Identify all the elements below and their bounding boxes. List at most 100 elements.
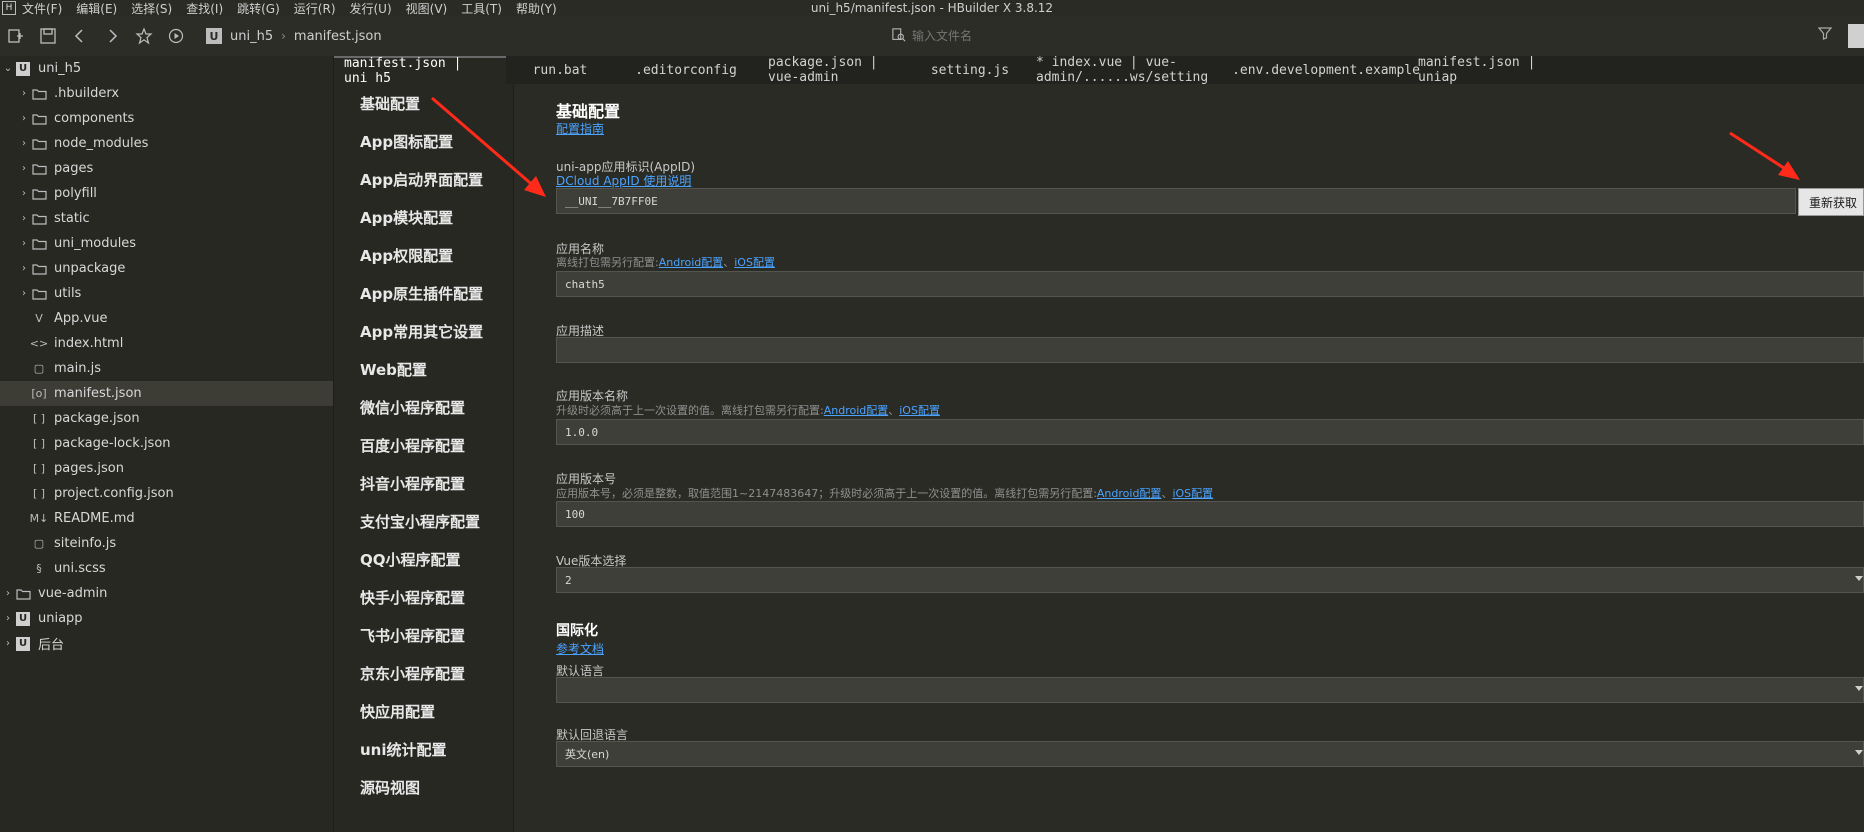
app-name-android-link[interactable]: Android配置 xyxy=(659,256,724,269)
tab-6[interactable]: .env.development.example xyxy=(1232,56,1420,84)
settings-nav-item-13[interactable]: 快手小程序配置 xyxy=(334,578,513,616)
guide-link[interactable]: 配置指南 xyxy=(556,120,604,137)
version-name-ios-link[interactable]: iOS配置 xyxy=(899,404,940,417)
app-desc-field[interactable] xyxy=(556,337,1864,363)
settings-nav-item-3[interactable]: App模块配置 xyxy=(334,198,513,236)
appid-field[interactable]: __UNI__7B7FF0E xyxy=(556,188,1796,214)
tree-item-8[interactable]: › unpackage xyxy=(0,256,333,281)
settings-nav-item-8[interactable]: 微信小程序配置 xyxy=(334,388,513,426)
tree-item-6[interactable]: › static xyxy=(0,206,333,231)
chevron-right-icon[interactable]: › xyxy=(18,213,30,224)
forward-arrow-icon[interactable] xyxy=(96,22,128,50)
settings-nav-item-9[interactable]: 百度小程序配置 xyxy=(334,426,513,464)
chevron-right-icon[interactable]: › xyxy=(2,588,14,599)
chevron-right-icon[interactable]: › xyxy=(18,138,30,149)
chevron-right-icon[interactable]: › xyxy=(18,113,30,124)
chevron-right-icon[interactable]: › xyxy=(18,288,30,299)
settings-nav-item-1[interactable]: App图标配置 xyxy=(334,122,513,160)
version-code-android-link[interactable]: Android配置 xyxy=(1097,487,1162,500)
settings-nav-item-17[interactable]: uni统计配置 xyxy=(334,730,513,768)
chevron-right-icon[interactable]: › xyxy=(18,188,30,199)
tree-item-18[interactable]: M↓ README.md xyxy=(0,506,333,531)
filter-icon[interactable] xyxy=(1817,26,1833,44)
menu-item-1[interactable]: 编辑(E) xyxy=(76,0,117,17)
tree-item-21[interactable]: › vue-admin xyxy=(0,581,333,606)
settings-nav-item-6[interactable]: App常用其它设置 xyxy=(334,312,513,350)
fallback-lang-select[interactable]: 英文(en) xyxy=(556,741,1864,767)
tree-item-12[interactable]: ▢ main.js xyxy=(0,356,333,381)
i18n-doc-link[interactable]: 参考文档 xyxy=(556,640,604,657)
tree-item-20[interactable]: § uni.scss xyxy=(0,556,333,581)
star-icon[interactable] xyxy=(128,22,160,50)
run-icon[interactable] xyxy=(160,22,192,50)
menu-item-5[interactable]: 运行(R) xyxy=(294,0,336,17)
chevron-right-icon[interactable]: › xyxy=(18,263,30,274)
breadcrumb-project[interactable]: uni_h5 xyxy=(230,29,273,44)
settings-nav-item-15[interactable]: 京东小程序配置 xyxy=(334,654,513,692)
settings-nav-item-12[interactable]: QQ小程序配置 xyxy=(334,540,513,578)
tree-item-14[interactable]: [ ] package.json xyxy=(0,406,333,431)
menu-item-4[interactable]: 跳转(G) xyxy=(237,0,280,17)
tab-4[interactable]: setting.js xyxy=(914,56,1026,84)
save-icon[interactable] xyxy=(32,22,64,50)
version-name-field[interactable]: 1.0.0 xyxy=(556,419,1864,445)
tree-item-15[interactable]: [ ] package-lock.json xyxy=(0,431,333,456)
tree-item-11[interactable]: <> index.html xyxy=(0,331,333,356)
tree-item-1[interactable]: › .hbuilderx xyxy=(0,81,333,106)
tab-1[interactable]: run.bat xyxy=(506,56,614,84)
menu-item-0[interactable]: 文件(F) xyxy=(22,0,62,17)
tree-item-13[interactable]: [o] manifest.json xyxy=(0,381,333,406)
tree-item-10[interactable]: V App.vue xyxy=(0,306,333,331)
tree-item-16[interactable]: [ ] pages.json xyxy=(0,456,333,481)
settings-nav-item-18[interactable]: 源码视图 xyxy=(334,768,513,806)
tab-5[interactable]: * index.vue | vue-admin/......ws/setting xyxy=(1026,55,1244,85)
tree-item-2[interactable]: › components xyxy=(0,106,333,131)
tab-3[interactable]: package.json | vue-admin xyxy=(758,55,914,85)
refresh-appid-button[interactable]: 重新获取 xyxy=(1798,188,1864,216)
version-code-field[interactable]: 100 xyxy=(556,501,1864,527)
app-name-field[interactable]: chath5 xyxy=(556,271,1864,297)
menu-item-8[interactable]: 工具(T) xyxy=(461,0,502,17)
version-name-android-link[interactable]: Android配置 xyxy=(824,404,889,417)
settings-nav-item-4[interactable]: App权限配置 xyxy=(334,236,513,274)
tree-item-19[interactable]: ▢ siteinfo.js xyxy=(0,531,333,556)
tree-item-5[interactable]: › polyfill xyxy=(0,181,333,206)
app-name-ios-link[interactable]: iOS配置 xyxy=(734,256,775,269)
layout-toggle-button[interactable] xyxy=(1848,24,1864,48)
tab-2[interactable]: .editorconfig xyxy=(614,56,758,84)
chevron-right-icon[interactable]: › xyxy=(18,163,30,174)
settings-nav-item-2[interactable]: App启动界面配置 xyxy=(334,160,513,198)
settings-nav-item-14[interactable]: 飞书小程序配置 xyxy=(334,616,513,654)
tab-7[interactable]: manifest.json | uniap xyxy=(1408,55,1576,85)
settings-nav-item-0[interactable]: 基础配置 xyxy=(334,84,513,122)
chevron-right-icon[interactable]: › xyxy=(2,613,14,624)
tree-item-22[interactable]: › Uuniapp xyxy=(0,606,333,631)
menu-item-9[interactable]: 帮助(Y) xyxy=(516,0,557,17)
menu-item-6[interactable]: 发行(U) xyxy=(350,0,392,17)
menu-item-7[interactable]: 视图(V) xyxy=(406,0,448,17)
tab-0[interactable]: manifest.json | uni_h5 xyxy=(334,56,506,86)
chevron-down-icon[interactable]: ⌄ xyxy=(2,63,14,74)
chevron-right-icon[interactable]: › xyxy=(18,88,30,99)
new-file-icon[interactable] xyxy=(0,22,32,50)
menu-item-3[interactable]: 查找(I) xyxy=(186,0,223,17)
tree-item-23[interactable]: › U 后台 xyxy=(0,631,333,656)
tree-item-17[interactable]: [ ] project.config.json xyxy=(0,481,333,506)
back-arrow-icon[interactable] xyxy=(64,22,96,50)
settings-nav-item-10[interactable]: 抖音小程序配置 xyxy=(334,464,513,502)
settings-nav-item-11[interactable]: 支付宝小程序配置 xyxy=(334,502,513,540)
chevron-right-icon[interactable]: › xyxy=(18,238,30,249)
tree-item-3[interactable]: › node_modules xyxy=(0,131,333,156)
default-lang-select[interactable] xyxy=(556,677,1864,703)
tree-item-7[interactable]: › uni_modules xyxy=(0,231,333,256)
vue-version-select[interactable]: 2 xyxy=(556,567,1864,593)
chevron-right-icon[interactable]: › xyxy=(2,638,14,649)
tree-item-4[interactable]: › pages xyxy=(0,156,333,181)
menu-item-2[interactable]: 选择(S) xyxy=(131,0,172,17)
settings-nav-item-5[interactable]: App原生插件配置 xyxy=(334,274,513,312)
tree-item-9[interactable]: › utils xyxy=(0,281,333,306)
tree-item-0[interactable]: ⌄ Uuni_h5 xyxy=(0,56,333,81)
file-search-input[interactable] xyxy=(912,29,1512,43)
breadcrumb-file[interactable]: manifest.json xyxy=(294,29,382,44)
appid-help-link[interactable]: DCloud AppID 使用说明 xyxy=(556,172,691,189)
